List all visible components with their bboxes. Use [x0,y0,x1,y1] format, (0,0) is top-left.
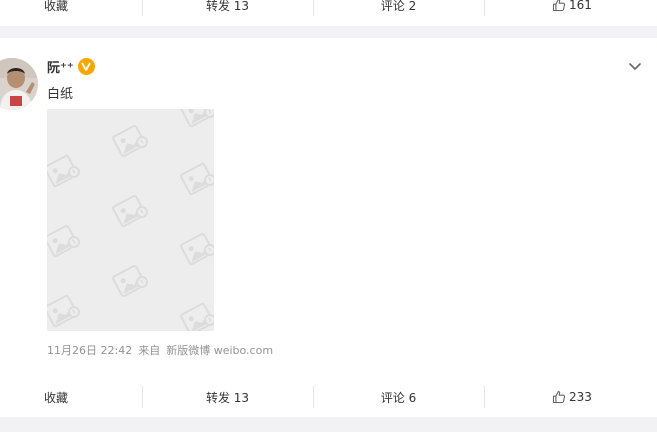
repost-button[interactable]: 转发 13 [142,0,313,18]
like-button[interactable]: 161 [484,0,657,18]
favorite-button[interactable]: 收藏 [0,0,142,18]
source-prefix: 来自 [138,344,161,357]
verified-v-icon [77,57,95,75]
comment-button[interactable]: 评论 6 [313,381,484,413]
post-text: 白纸 [47,87,74,102]
post-timestamp[interactable]: 11月26日 22:42 [47,342,132,358]
post-image[interactable] [47,109,214,331]
comment-label: 评论 2 [380,0,417,13]
repost-label: 转发 13 [205,390,250,405]
favorite-label: 收藏 [44,0,69,13]
post-action-bar: 收藏 转发 13 评论 6 233 [0,381,657,413]
previous-post-action-bar: 收藏 转发 13 评论 2 161 [0,0,657,18]
repost-label: 转发 13 [205,0,250,13]
thumbs-up-icon [552,390,566,404]
feed-separator [0,417,657,432]
feed-separator [0,26,657,38]
like-button[interactable]: 233 [484,381,657,413]
comment-button[interactable]: 评论 2 [313,0,484,18]
favorite-label: 收藏 [44,390,69,405]
username[interactable]: 阮⁺⁺ [47,57,74,76]
post-meta: 11月26日 22:42 来自 新版微博 weibo.com [47,342,273,358]
like-count: 233 [569,390,592,404]
chevron-down-icon[interactable] [627,58,643,74]
post-card: 阮⁺⁺ 白纸 11月26日 22:42 来自 新版微博 weibo.com [0,38,657,381]
favorite-button[interactable]: 收藏 [0,381,142,413]
post-header: 阮⁺⁺ [47,57,95,76]
avatar[interactable] [0,58,38,110]
image-placeholder-icon [47,109,214,331]
post-source[interactable]: 新版微博 weibo.com [166,342,273,358]
thumbs-up-icon [552,0,566,12]
comment-label: 评论 6 [380,390,417,405]
like-count: 161 [569,0,592,12]
repost-button[interactable]: 转发 13 [142,381,313,413]
